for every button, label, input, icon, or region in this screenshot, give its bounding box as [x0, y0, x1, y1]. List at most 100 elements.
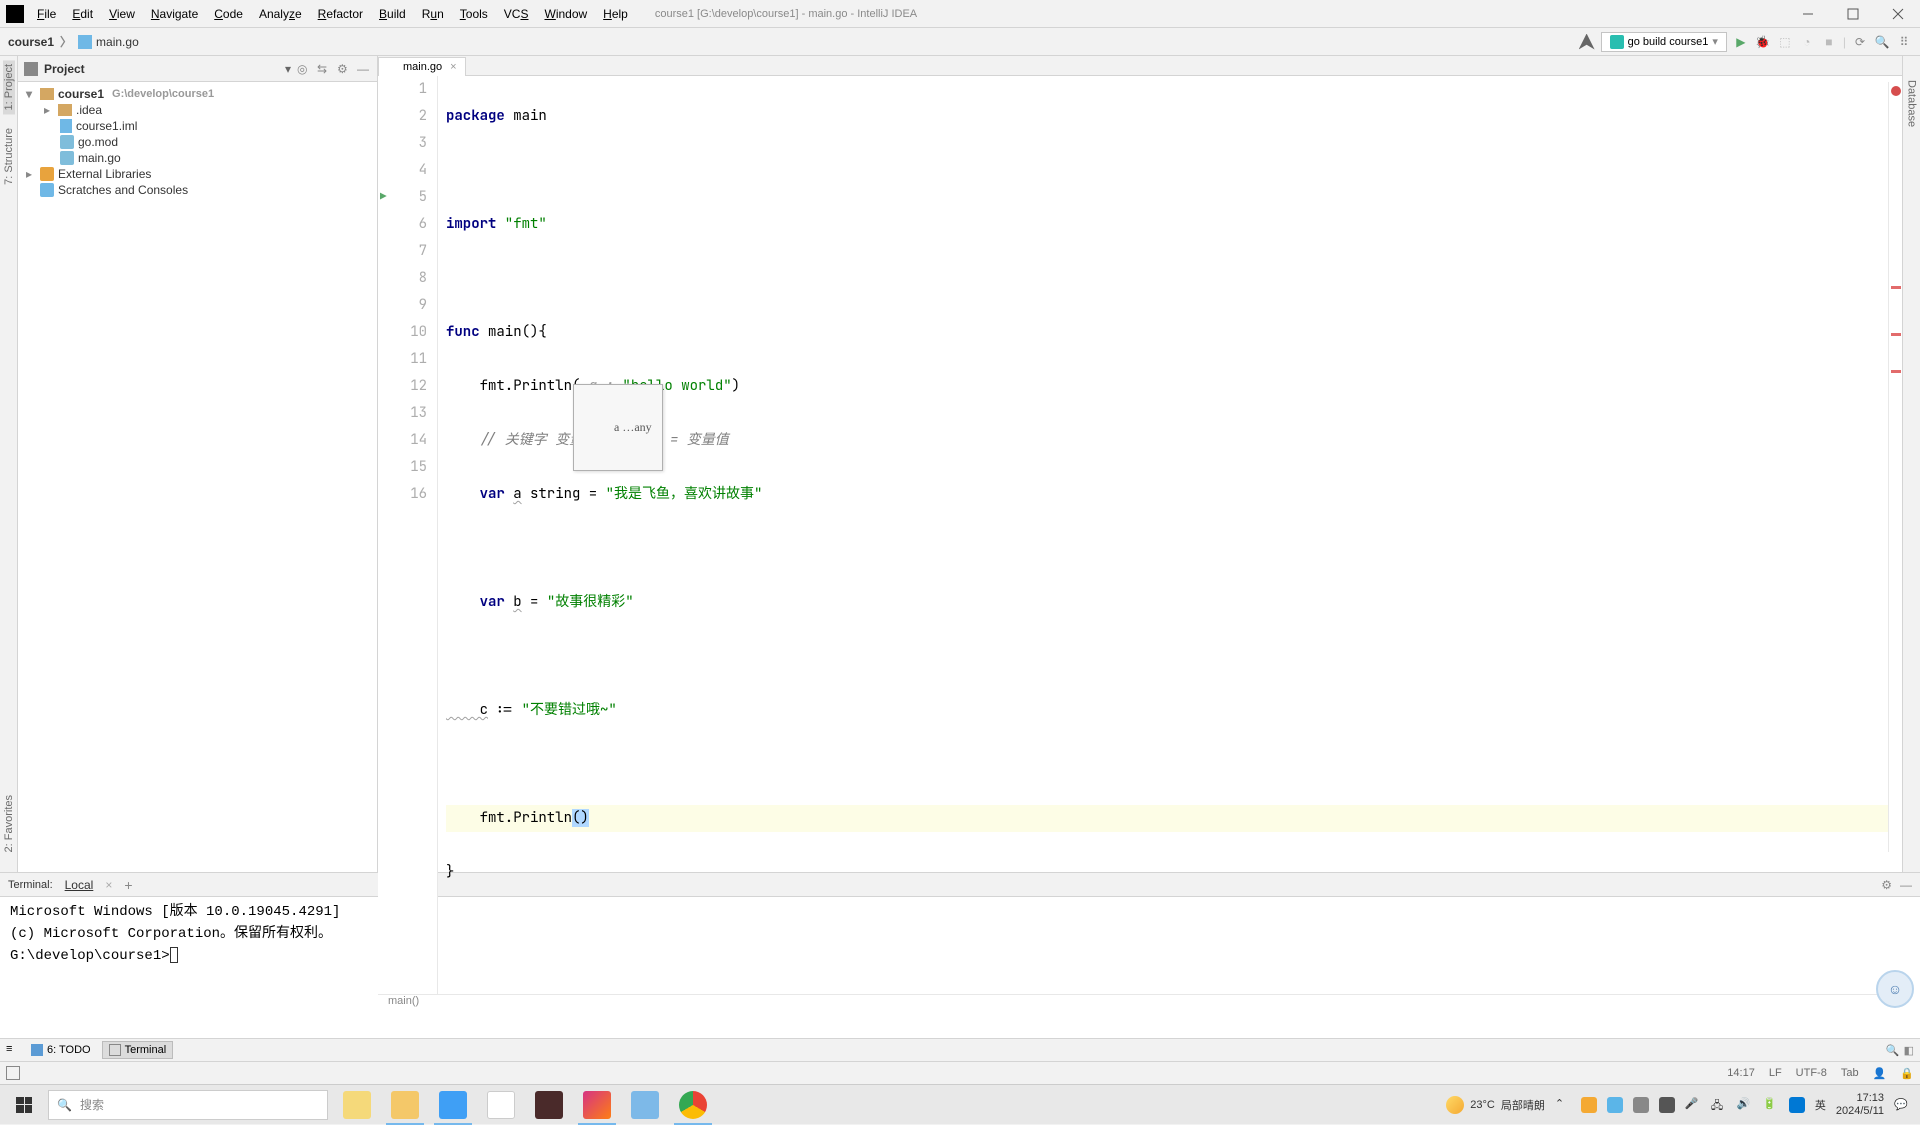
tree-item-iml[interactable]: course1.iml	[18, 118, 377, 134]
search-icon[interactable]: 🔍	[1886, 1044, 1900, 1057]
favorites-tool-button[interactable]: 2: Favorites	[3, 791, 15, 856]
tree-item-idea[interactable]: ▸ .idea	[18, 102, 377, 118]
expand-icon[interactable]: ▸	[44, 103, 54, 117]
gear-icon[interactable]: ⚙	[337, 62, 351, 76]
debug-button[interactable]: 🐞	[1755, 34, 1771, 50]
breadcrumb-project[interactable]: course1	[8, 35, 54, 49]
line-separator[interactable]: LF	[1769, 1067, 1782, 1079]
event-log-icon[interactable]: ◧	[1904, 1044, 1914, 1057]
taskbar-app[interactable]	[430, 1085, 476, 1125]
start-button[interactable]	[0, 1085, 48, 1125]
tree-item-maingo[interactable]: main.go	[18, 150, 377, 166]
taskbar-search[interactable]: 🔍 搜索	[48, 1090, 328, 1120]
maximize-button[interactable]	[1830, 0, 1875, 28]
taskbar-app-chrome[interactable]	[670, 1085, 716, 1125]
menu-tools[interactable]: Tools	[453, 4, 495, 24]
editor-body[interactable]: 1 2 3 4 ▶5 6 7 8 9 10 11 12 13 14 15 16 …	[378, 76, 1902, 994]
tray-microphone-icon[interactable]: 🎤	[1685, 1097, 1701, 1113]
menu-refactor[interactable]: Refactor	[311, 4, 370, 24]
editor-tab-main[interactable]: main.go ×	[378, 57, 466, 76]
tree-root[interactable]: ▾ course1 G:\develop\course1	[18, 86, 377, 102]
cursor-position[interactable]: 14:17	[1727, 1067, 1755, 1079]
tray-chevron-icon[interactable]: ⌃	[1555, 1097, 1571, 1113]
notification-icon[interactable]: 💬	[1894, 1098, 1912, 1111]
target-icon[interactable]: ◎	[297, 62, 311, 76]
indent-setting[interactable]: Tab	[1841, 1067, 1859, 1079]
tree-scratches[interactable]: Scratches and Consoles	[18, 182, 377, 198]
chevron-down-icon[interactable]: ▾	[285, 62, 291, 76]
run-button[interactable]: ▶	[1733, 34, 1749, 50]
minimize-button[interactable]	[1785, 0, 1830, 28]
lock-icon[interactable]: 🔒	[1900, 1067, 1914, 1080]
run-gutter-icon[interactable]: ▶	[380, 184, 387, 211]
terminal-tool-button[interactable]: Terminal	[102, 1041, 174, 1059]
profile-button[interactable]: ◔	[1799, 34, 1815, 50]
close-button[interactable]	[1875, 0, 1920, 28]
tree-external-libraries[interactable]: ▸ External Libraries	[18, 166, 377, 182]
inspection-icon[interactable]: 👤	[1873, 1067, 1887, 1080]
breadcrumb[interactable]: course1 〉 main.go	[8, 33, 139, 50]
database-tool-button[interactable]: Database	[1906, 76, 1918, 131]
expand-icon[interactable]: ▾	[26, 87, 36, 101]
menu-window[interactable]: Window	[537, 4, 594, 24]
collapse-icon[interactable]: ⇆	[317, 62, 331, 76]
todo-tool-button[interactable]: 6: TODO	[24, 1041, 98, 1059]
coverage-button[interactable]: ⬚	[1777, 34, 1793, 50]
floating-assistant-icon[interactable]: ☺	[1876, 970, 1914, 1008]
menu-edit[interactable]: Edit	[65, 4, 100, 24]
expand-icon[interactable]: ▸	[26, 167, 36, 181]
tray-network-icon[interactable]: 🖧	[1711, 1097, 1727, 1113]
hide-icon[interactable]: ―	[357, 62, 371, 76]
taskbar-app[interactable]	[478, 1085, 524, 1125]
tray-ime-lang[interactable]: 英	[1815, 1097, 1826, 1113]
tray-ime-icon[interactable]	[1789, 1097, 1805, 1113]
taskbar-app[interactable]	[526, 1085, 572, 1125]
error-mark[interactable]	[1891, 286, 1901, 289]
code-area[interactable]: package main import "fmt" func main(){ f…	[438, 76, 1902, 994]
error-indicator-icon[interactable]	[1891, 86, 1901, 96]
tree-item-gomod[interactable]: go.mod	[18, 134, 377, 150]
menu-view[interactable]: View	[102, 4, 142, 24]
terminal-tab-local[interactable]: Local	[65, 878, 94, 892]
tray-volume-icon[interactable]: 🔊	[1737, 1097, 1753, 1113]
stop-button[interactable]: ■	[1821, 34, 1837, 50]
structure-tool-button[interactable]: 7: Structure	[3, 124, 15, 189]
menu-run[interactable]: Run	[415, 4, 451, 24]
breadcrumb-file[interactable]: main.go	[96, 35, 139, 49]
menu-navigate[interactable]: Navigate	[144, 4, 205, 24]
update-button[interactable]: ⟳	[1852, 34, 1868, 50]
menu-analyze[interactable]: Analyze	[252, 4, 309, 24]
close-tab-icon[interactable]: ×	[450, 61, 456, 73]
menu-build[interactable]: Build	[372, 4, 413, 24]
menu-vcs[interactable]: VCS	[497, 4, 536, 24]
search-everywhere-icon[interactable]: 🔍	[1874, 34, 1890, 50]
taskbar-clock[interactable]: 17:13 2024/5/11	[1836, 1092, 1884, 1118]
stripe-menu-icon[interactable]: ≡	[6, 1043, 20, 1057]
taskbar-app[interactable]	[622, 1085, 668, 1125]
tray-icon[interactable]	[1581, 1097, 1597, 1113]
tray-battery-icon[interactable]: 🔋	[1763, 1097, 1779, 1113]
settings-icon[interactable]: ⠿	[1896, 34, 1912, 50]
tray-icon[interactable]	[1607, 1097, 1623, 1113]
nav-back-icon[interactable]	[1579, 34, 1595, 50]
editor-breadcrumb[interactable]: main()	[378, 994, 1902, 1007]
error-mark[interactable]	[1891, 370, 1901, 373]
new-terminal-tab-button[interactable]: +	[124, 877, 132, 893]
file-encoding[interactable]: UTF-8	[1796, 1067, 1827, 1079]
menu-code[interactable]: Code	[207, 4, 250, 24]
error-stripe[interactable]	[1888, 82, 1902, 852]
run-configuration-selector[interactable]: go build course1 ▾	[1601, 32, 1727, 52]
weather-widget[interactable]: 23°C 局部晴朗	[1446, 1096, 1545, 1114]
status-menu-icon[interactable]	[6, 1066, 20, 1080]
error-mark[interactable]	[1891, 333, 1901, 336]
taskbar-app-explorer[interactable]	[382, 1085, 428, 1125]
close-terminal-tab-icon[interactable]: ×	[105, 878, 112, 892]
menu-file[interactable]: File	[30, 4, 63, 24]
tray-icon[interactable]	[1659, 1097, 1675, 1113]
taskbar-app-intellij[interactable]	[574, 1085, 620, 1125]
project-tool-button[interactable]: 1: Project	[3, 60, 15, 114]
menu-help[interactable]: Help	[596, 4, 635, 24]
project-panel-title[interactable]: Project	[44, 62, 279, 76]
tray-icon[interactable]	[1633, 1097, 1649, 1113]
taskbar-app[interactable]	[334, 1085, 380, 1125]
